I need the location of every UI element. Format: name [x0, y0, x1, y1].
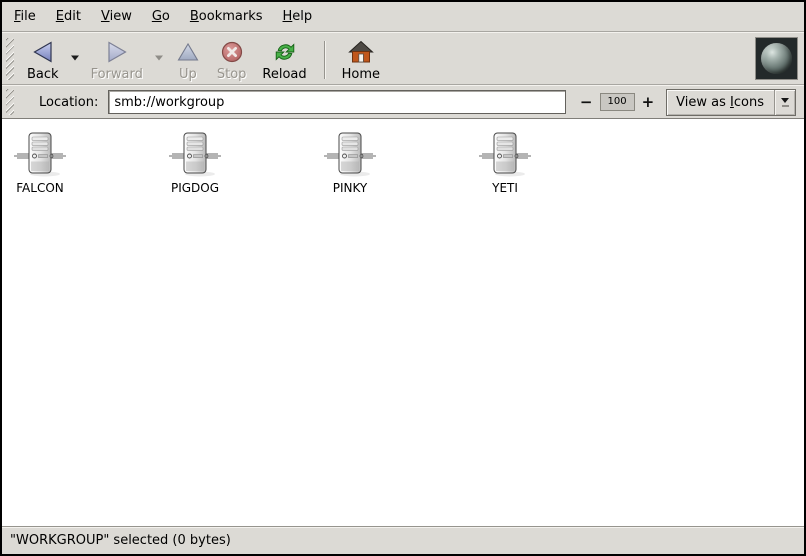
up-label: Up: [179, 67, 197, 82]
location-input[interactable]: [108, 90, 566, 114]
menu-label: V: [101, 9, 110, 24]
file-manager-window: File Edit View Go Bookmarks Help Back Fo…: [0, 0, 806, 556]
zoom-in-button[interactable]: +: [642, 95, 655, 110]
icon-view[interactable]: FALCON PIGDOG: [2, 119, 804, 526]
reload-label: Reload: [262, 67, 306, 82]
caret-down-icon: [781, 98, 789, 103]
network-server-icon: [322, 130, 378, 178]
location-label: Location:: [39, 95, 98, 110]
up-button[interactable]: Up: [167, 35, 209, 84]
toolbar-separator: [324, 41, 325, 79]
menu-help[interactable]: Help: [273, 2, 323, 31]
server-label: PINKY: [333, 181, 368, 195]
view-as-label: View as Icons: [667, 90, 774, 115]
network-server-icon: [12, 130, 68, 178]
menu-label: E: [56, 9, 64, 24]
caret-dash: [782, 105, 789, 107]
dropdown-arrow-icon: [774, 90, 795, 115]
menu-bookmarks[interactable]: Bookmarks: [180, 2, 273, 31]
menu-label: ile: [21, 9, 36, 24]
zoom-out-button[interactable]: −: [580, 95, 593, 110]
forward-history-dropdown[interactable]: [151, 55, 167, 61]
zoom-level-indicator[interactable]: 100: [600, 93, 635, 111]
throbber: [755, 37, 798, 80]
server-label: YETI: [492, 181, 518, 195]
status-bar: "WORKGROUP" selected (0 bytes): [2, 526, 804, 554]
throbber-sphere-icon: [761, 43, 792, 74]
stop-label: Stop: [217, 67, 247, 82]
home-button[interactable]: Home: [334, 35, 388, 84]
back-button[interactable]: Back: [19, 35, 67, 84]
menu-label: o: [162, 9, 170, 24]
back-label: Back: [27, 67, 59, 82]
server-item-pigdog[interactable]: PIGDOG: [157, 130, 233, 195]
server-item-pinky[interactable]: PINKY: [312, 130, 388, 195]
main-toolbar: Back Forward Up: [2, 32, 804, 85]
forward-button[interactable]: Forward: [83, 35, 151, 84]
reload-icon: [272, 39, 298, 65]
forward-label: Forward: [91, 67, 143, 82]
home-icon: [348, 39, 374, 65]
toolbar-grip[interactable]: [6, 38, 14, 80]
server-label: FALCON: [16, 181, 64, 195]
forward-icon: [104, 39, 130, 65]
menu-label: dit: [64, 9, 81, 24]
zoom-controls: − 100 +: [580, 93, 654, 111]
locationbar-grip[interactable]: [6, 89, 14, 115]
server-item-yeti[interactable]: YETI: [467, 130, 543, 195]
view-as-text: View as: [676, 95, 730, 110]
menu-label: B: [190, 9, 199, 24]
server-item-falcon[interactable]: FALCON: [2, 130, 78, 195]
menu-label: elp: [292, 9, 312, 24]
home-label: Home: [342, 67, 380, 82]
menu-label: ookmarks: [199, 9, 263, 24]
back-icon: [30, 39, 56, 65]
menu-label: G: [152, 9, 162, 24]
reload-button[interactable]: Reload: [254, 35, 314, 84]
network-server-icon: [477, 130, 533, 178]
network-server-icon: [167, 130, 223, 178]
up-icon: [175, 39, 201, 65]
menu-edit[interactable]: Edit: [46, 2, 91, 31]
stop-button[interactable]: Stop: [209, 35, 255, 84]
menubar: File Edit View Go Bookmarks Help: [2, 2, 804, 32]
status-text: "WORKGROUP" selected (0 bytes): [10, 533, 231, 548]
menu-label: H: [283, 9, 293, 24]
location-bar: Location: − 100 + View as Icons: [2, 85, 804, 119]
stop-icon: [219, 39, 245, 65]
menu-go[interactable]: Go: [142, 2, 180, 31]
back-history-dropdown[interactable]: [67, 55, 83, 61]
menu-view[interactable]: View: [91, 2, 142, 31]
server-label: PIGDOG: [171, 181, 219, 195]
view-as-dropdown[interactable]: View as Icons: [666, 89, 796, 116]
menu-label: iew: [110, 9, 132, 24]
view-as-text: cons: [734, 95, 764, 110]
menu-file[interactable]: File: [4, 2, 46, 31]
